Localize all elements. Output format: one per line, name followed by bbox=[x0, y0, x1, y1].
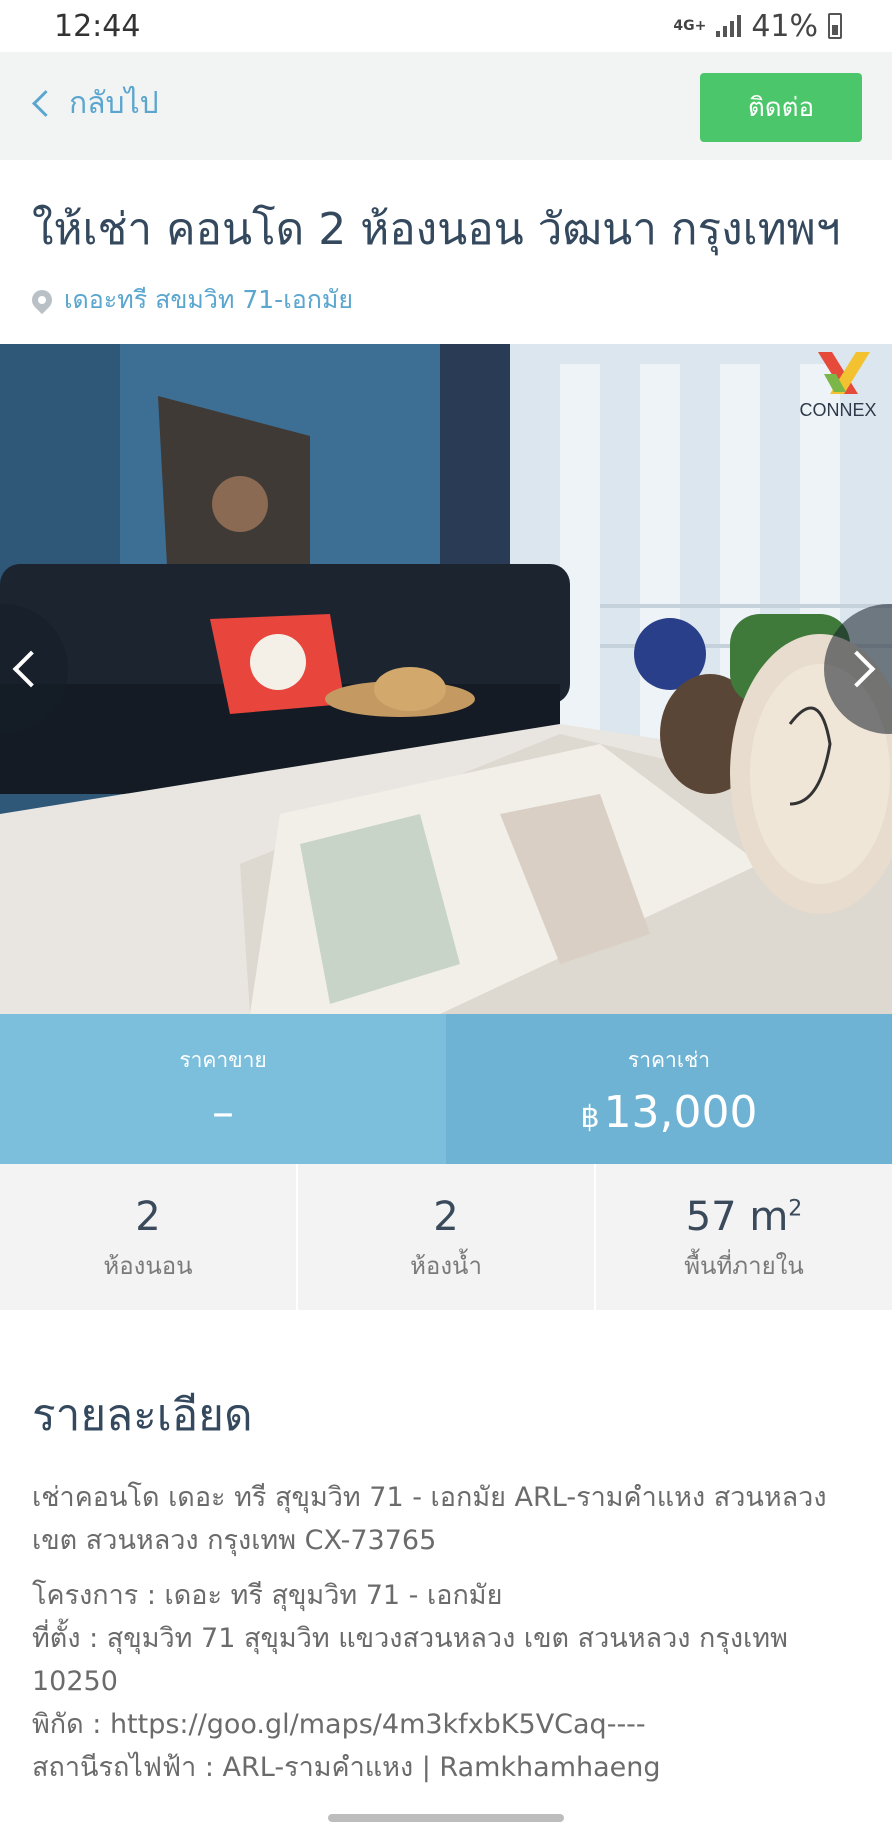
details-project: โครงการ : เดอะ ทรี สุขุมวิท 71 - เอกมัย bbox=[32, 1580, 503, 1611]
back-label: กลับไป bbox=[69, 86, 159, 121]
details-address: ที่ตั้ง : สุขุมวิท 71 สุขุมวิท แขวงสวนหล… bbox=[32, 1623, 788, 1697]
chevron-left-icon bbox=[12, 650, 50, 688]
location-label: เดอะทรี สขมวิท 71-เอกมัย bbox=[64, 285, 354, 314]
property-stats: 2 ห้องนอน 2 ห้องน้ำ 57 m2 พื้นที่ภายใน bbox=[0, 1164, 892, 1310]
area-unit-sup: 2 bbox=[788, 1196, 803, 1222]
status-indicators: 4G+ 41% bbox=[673, 9, 842, 44]
listing-title: ให้เช่า คอนโด 2 ห้องนอน วัฒนา กรุงเทพฯ bbox=[32, 204, 841, 255]
details-summary: เช่าคอนโด เดอะ ทรี สุขุมวิท 71 - เอกมัย … bbox=[32, 1482, 827, 1556]
area-unit: m bbox=[749, 1194, 789, 1240]
connex-logo-text: CONNEX bbox=[799, 400, 876, 420]
status-bar: 12:44 4G+ 41% bbox=[0, 0, 892, 52]
chevron-left-icon bbox=[32, 90, 59, 117]
network-type: 4G+ bbox=[673, 17, 707, 34]
area-label: พื้นที่ภายใน bbox=[684, 1252, 804, 1280]
listing-photo[interactable]: CONNEX bbox=[0, 344, 892, 1014]
back-button[interactable]: กลับไป bbox=[32, 80, 159, 127]
rent-price-label: ราคาเช่า bbox=[627, 1048, 711, 1072]
price-row: ราคาขาย – ราคาเช่า ฿13,000 bbox=[0, 1014, 892, 1164]
top-nav: กลับไป ติดต่อ bbox=[0, 52, 892, 160]
stat-area: 57 m2 พื้นที่ภายใน bbox=[596, 1164, 892, 1310]
area-value: 57 m2 bbox=[686, 1194, 803, 1240]
room-photo-illustration: CONNEX bbox=[0, 344, 892, 1014]
signal-icon bbox=[716, 15, 742, 37]
sale-price-label: ราคาขาย bbox=[179, 1048, 267, 1072]
details-station: สถานีรถไฟฟ้า : ARL-รามคำแหง | Ramkhamhae… bbox=[32, 1752, 661, 1783]
listing-location[interactable]: เดอะทรี สขมวิท 71-เอกมัย bbox=[27, 280, 354, 320]
contact-button[interactable]: ติดต่อ bbox=[700, 73, 862, 142]
details-heading: รายละเอียด bbox=[32, 1390, 253, 1441]
stat-bedrooms: 2 ห้องนอน bbox=[0, 1164, 298, 1310]
area-number: 57 bbox=[685, 1194, 737, 1240]
sale-price-value: – bbox=[212, 1087, 234, 1138]
map-pin-icon bbox=[27, 285, 57, 315]
battery-percent: 41% bbox=[751, 8, 818, 44]
rent-price-value: ฿13,000 bbox=[580, 1087, 757, 1138]
bathrooms-count: 2 bbox=[433, 1194, 459, 1240]
details-coords[interactable]: พิกัด : https://goo.gl/maps/4m3kfxbK5VCa… bbox=[32, 1703, 872, 1746]
status-time: 12:44 bbox=[54, 8, 141, 44]
home-indicator[interactable] bbox=[328, 1814, 564, 1822]
bathrooms-label: ห้องน้ำ bbox=[410, 1252, 482, 1280]
rent-price: ราคาเช่า ฿13,000 bbox=[446, 1014, 892, 1164]
sale-price: ราคาขาย – bbox=[0, 1014, 446, 1164]
bedrooms-label: ห้องนอน bbox=[103, 1252, 193, 1280]
chevron-right-icon bbox=[838, 650, 876, 688]
rent-amount: 13,000 bbox=[603, 1087, 758, 1138]
battery-icon bbox=[828, 13, 842, 39]
bedrooms-count: 2 bbox=[135, 1194, 161, 1240]
details-description: เช่าคอนโด เดอะ ทรี สุขุมวิท 71 - เอกมัย … bbox=[32, 1476, 872, 1789]
currency-symbol: ฿ bbox=[580, 1100, 600, 1135]
stat-bathrooms: 2 ห้องน้ำ bbox=[298, 1164, 596, 1310]
